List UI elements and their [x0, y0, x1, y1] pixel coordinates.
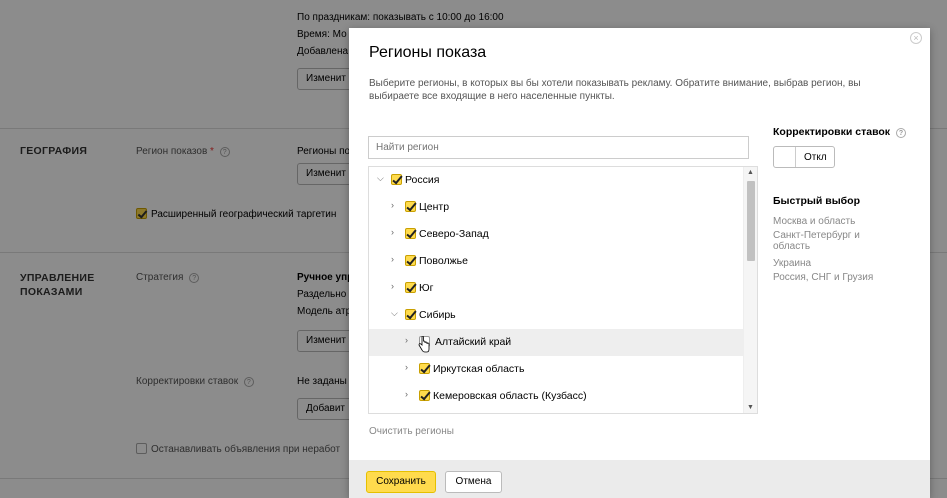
chevron-right-icon[interactable]: › [391, 255, 399, 264]
cancel-button[interactable]: Отмена [445, 471, 502, 493]
chevron-down-icon[interactable]: ⌵ [377, 174, 385, 183]
tree-row-label: Россия [405, 174, 440, 186]
quick-select-moscow[interactable]: Москва и область [773, 216, 893, 227]
tree-row-irkutsk[interactable]: › Иркутская область [369, 356, 743, 383]
checkbox-icon[interactable] [419, 363, 430, 374]
checkbox-icon[interactable] [405, 201, 416, 212]
quick-select-spb[interactable]: Санкт-Петербург и область [773, 230, 873, 252]
quick-select-russia-cis[interactable]: Россия, СНГ и Грузия [773, 272, 893, 283]
tree-row-volga[interactable]: › Поволжье [369, 248, 743, 275]
tree-scrollbar[interactable]: ▲ ▼ [743, 167, 757, 413]
tree-row-label: Кемеровская область (Кузбасс) [433, 390, 587, 402]
region-search-input[interactable] [368, 136, 749, 159]
checkbox-icon[interactable] [391, 174, 402, 185]
regions-modal: × Регионы показа Выберите регионы, в кот… [349, 28, 930, 498]
modal-description: Выберите регионы, в которых вы бы хотели… [369, 78, 861, 102]
bid-adjustments-title: Корректировки ставок [773, 126, 891, 138]
quick-select-title: Быстрый выбор [773, 195, 860, 207]
region-tree: ⌵ Россия › Центр › Северо-Запад › Поволж… [368, 166, 758, 414]
tree-row-label: Сибирь [419, 309, 456, 321]
tree-row-kemerovo[interactable]: › Кемеровская область (Кузбасс) [369, 383, 743, 410]
modal-title: Регионы показа [369, 44, 487, 61]
toggle-knob[interactable] [774, 147, 796, 167]
tree-row-siberia[interactable]: ⌵ Сибирь [369, 302, 743, 329]
clear-regions-link[interactable]: Очистить регионы [369, 426, 454, 437]
chevron-right-icon[interactable]: › [405, 390, 413, 399]
tree-row-label: Поволжье [419, 255, 468, 267]
toggle-label: Откл [804, 152, 827, 163]
hand-cursor-icon [418, 336, 430, 353]
tree-row-center[interactable]: › Центр [369, 194, 743, 221]
tree-row-label: Центр [419, 201, 450, 213]
scrollbar-thumb[interactable] [747, 181, 755, 261]
tree-row-northwest[interactable]: › Северо-Запад [369, 221, 743, 248]
chevron-right-icon[interactable]: › [391, 201, 399, 210]
save-button[interactable]: Сохранить [366, 471, 436, 493]
checkbox-icon[interactable] [405, 309, 416, 320]
tree-row-label: Северо-Запад [419, 228, 489, 240]
chevron-right-icon[interactable]: › [391, 228, 399, 237]
bid-adjustments-toggle[interactable]: Откл [773, 146, 835, 168]
chevron-down-icon[interactable]: ⌵ [391, 309, 399, 318]
tree-row-label: Юг [419, 282, 434, 294]
checkbox-icon[interactable] [405, 282, 416, 293]
chevron-right-icon[interactable]: › [405, 363, 413, 372]
chevron-right-icon[interactable]: › [391, 282, 399, 291]
tree-row-label: Иркутская область [433, 363, 525, 375]
tree-row-south[interactable]: › Юг [369, 275, 743, 302]
modal-footer: Сохранить Отмена [349, 460, 930, 498]
scroll-up-icon[interactable]: ▲ [747, 169, 754, 176]
close-icon[interactable]: × [910, 32, 922, 44]
tree-row-russia[interactable]: ⌵ Россия [369, 167, 743, 194]
bid-adjustments-section: Корректировки ставок ? [773, 126, 906, 138]
checkbox-icon[interactable] [419, 390, 430, 401]
tree-row-label: Алтайский край [435, 336, 512, 348]
quick-select-ukraine[interactable]: Украина [773, 258, 893, 269]
checkbox-icon[interactable] [405, 255, 416, 266]
checkbox-icon[interactable] [405, 228, 416, 239]
chevron-right-icon[interactable]: › [405, 336, 413, 345]
scroll-down-icon[interactable]: ▼ [747, 404, 754, 411]
help-icon[interactable]: ? [895, 128, 906, 138]
